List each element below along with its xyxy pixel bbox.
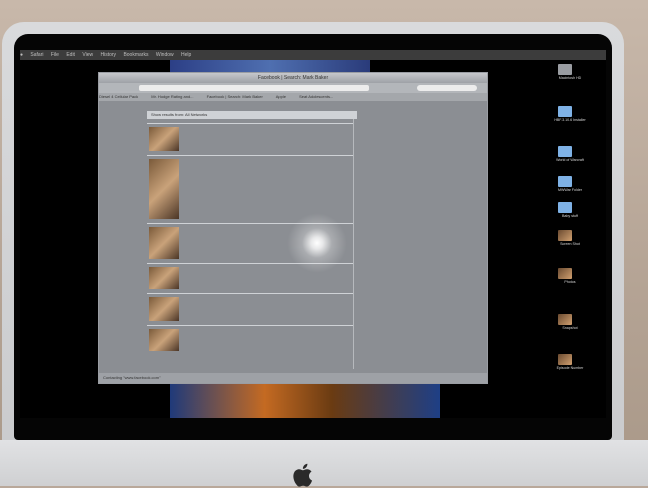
search-input[interactable] [417,85,477,91]
image-icon[interactable] [558,354,572,365]
desktop-icon-label: HBF.3.10.6 Installer [554,118,586,122]
menu-window[interactable]: Window [156,52,174,58]
address-field[interactable] [139,85,369,91]
tab-4[interactable]: Apple [276,94,286,99]
image-icon[interactable] [558,314,572,325]
list-item[interactable] [147,293,353,324]
results-filter[interactable]: Show results from: All Networks [147,111,357,119]
camera-flash-glare [282,208,352,278]
browser-toolbar [99,83,487,93]
menu-history[interactable]: History [100,52,116,58]
desktop-icons: Macintosh HD HBF.3.10.6 Installer World … [536,64,606,414]
desktop-icon-label: Screen Shot [560,242,580,246]
profile-photo[interactable] [149,297,179,321]
profile-photo[interactable] [149,329,179,351]
desktop-icon-label: Snapshot [562,326,578,330]
desktop-icon-label: Baby stuff [562,214,578,218]
desktop-icon-label: Macintosh HD [558,76,582,80]
menu-help[interactable]: Help [181,52,191,58]
screen-artifact-stripes [26,240,86,270]
menu-edit[interactable]: Edit [66,52,75,58]
status-bar: Contacting "www.facebook.com" [99,373,487,383]
profile-photo[interactable] [149,159,179,219]
wallpaper-strip-bottom [170,380,440,418]
folder-icon[interactable] [558,176,572,187]
image-icon[interactable] [558,268,572,279]
profile-photo[interactable] [149,227,179,259]
screen: ● Safari File Edit View History Bookmark… [20,50,606,418]
desktop-icon-label: Photos [564,280,576,284]
profile-photo[interactable] [149,127,179,151]
menu-view[interactable]: View [82,52,93,58]
desktop-icon-label: MWWar Folder [557,188,583,192]
desktop-icon-label: World of Warcraft [556,158,584,162]
menu-bookmarks[interactable]: Bookmarks [123,52,148,58]
folder-icon[interactable] [558,106,572,117]
profile-photo[interactable] [149,267,179,289]
tab-1[interactable]: Diesel 4 Cellular Pack [99,94,138,99]
list-item[interactable] [147,123,353,154]
drive-icon[interactable] [558,64,572,75]
folder-icon[interactable] [558,146,572,157]
apple-menu-icon[interactable]: ● [20,52,23,58]
menu-file[interactable]: File [51,52,59,58]
image-icon[interactable] [558,230,572,241]
apple-logo-icon [293,463,313,487]
window-title: Facebook | Search: Mark Baker [99,73,487,83]
tab-5[interactable]: Seat Adolescents... [299,94,333,99]
imac-chin [0,440,648,486]
list-item[interactable] [147,325,353,354]
menu-safari[interactable]: Safari [30,52,43,58]
tab-3[interactable]: Facebook | Search: Mark Baker [207,94,263,99]
folder-icon[interactable] [558,202,572,213]
tab-2[interactable]: Mr. Hodge Rating and... [151,94,193,99]
menu-bar: ● Safari File Edit View History Bookmark… [20,50,606,60]
desktop-icon-label: Episode Number [556,366,584,370]
column-divider [353,119,354,369]
tab-bar: Diesel 4 Cellular Pack Mr. Hodge Rating … [99,93,487,101]
